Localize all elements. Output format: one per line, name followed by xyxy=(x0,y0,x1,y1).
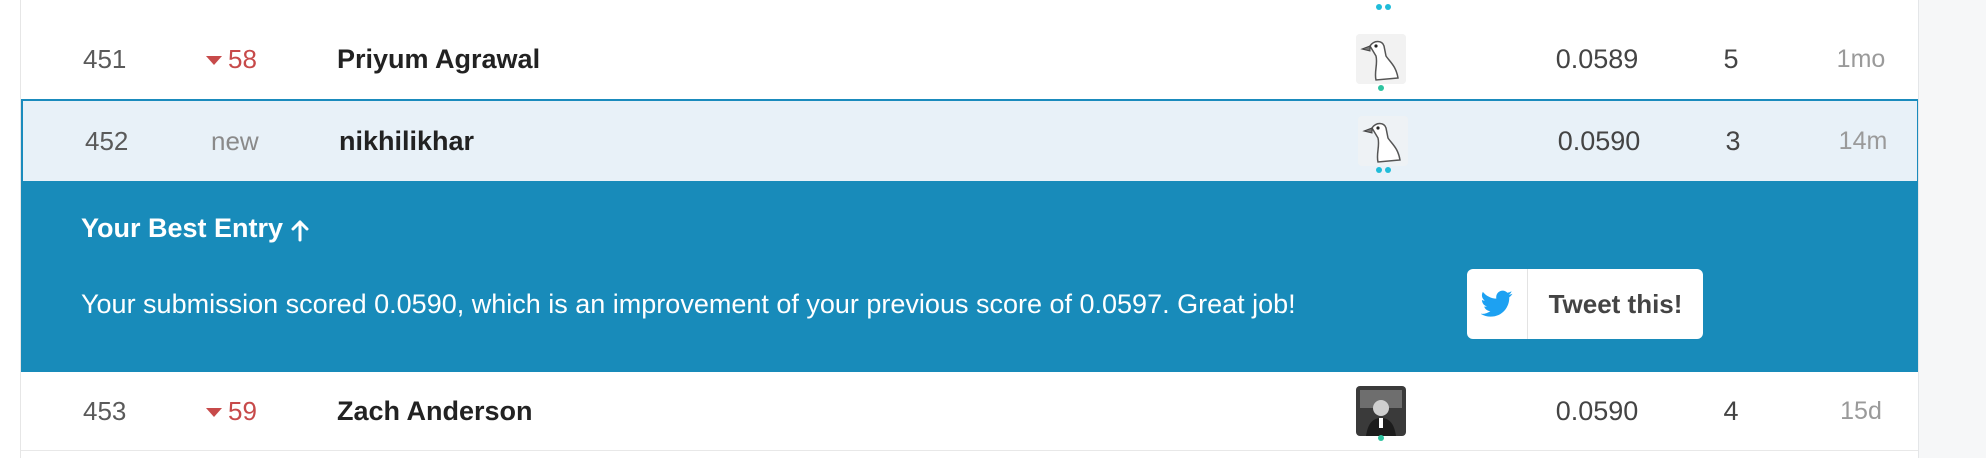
best-entry-banner: Your Best Entry Your submission scored 0… xyxy=(21,181,1919,372)
team-name[interactable]: nikhilikhar xyxy=(339,101,474,181)
rank-change-value: 59 xyxy=(228,395,257,426)
best-entry-title-text: Your Best Entry xyxy=(81,213,284,243)
team-name[interactable]: Zach Anderson xyxy=(337,372,533,450)
team-dots xyxy=(1378,85,1384,91)
caret-down-icon xyxy=(206,407,222,417)
team-members[interactable] xyxy=(1356,372,1414,450)
table-row-current-user[interactable]: 452 new nikhilikhar 0.0590 3 14m xyxy=(21,99,1919,183)
entries-cell: 4 xyxy=(1723,395,1739,426)
team-name[interactable]: Priyum Agrawal xyxy=(337,19,540,99)
last-submission-cell: 1mo xyxy=(1836,44,1886,73)
table-row[interactable]: 451 58 Priyum Agrawal 0.0589 5 1mo xyxy=(21,19,1919,100)
dot xyxy=(1376,4,1382,10)
score-cell: 0.0590 xyxy=(1557,125,1641,156)
user-photo-avatar[interactable] xyxy=(1356,386,1406,436)
dot xyxy=(1378,435,1384,441)
tweet-button[interactable]: Tweet this! xyxy=(1467,269,1703,339)
previous-row-edge xyxy=(21,0,1919,20)
rank-cell: 452 xyxy=(85,125,129,156)
arrow-up-icon xyxy=(291,218,309,241)
dot xyxy=(1376,167,1382,173)
rank-change-value: 58 xyxy=(228,43,257,74)
last-submission-cell: 14m xyxy=(1838,126,1888,155)
rank-cell: 451 xyxy=(83,43,127,74)
rank-change: 59 xyxy=(206,372,316,450)
goose-avatar-icon[interactable] xyxy=(1358,116,1408,166)
best-entry-title: Your Best Entry xyxy=(81,213,309,244)
dot xyxy=(1385,4,1391,10)
last-submission-cell: 15d xyxy=(1840,396,1882,425)
entries-cell: 5 xyxy=(1723,43,1739,74)
rank-change-value: new xyxy=(211,125,259,156)
tweet-button-label: Tweet this! xyxy=(1548,288,1683,319)
leaderboard: 451 58 Priyum Agrawal 0.0589 5 1mo 452 n xyxy=(20,0,1920,458)
dot xyxy=(1378,85,1384,91)
twitter-icon xyxy=(1467,269,1528,339)
caret-down-icon xyxy=(206,55,222,65)
score-cell: 0.0589 xyxy=(1555,43,1639,74)
entries-cell: 3 xyxy=(1725,125,1741,156)
rank-cell: 453 xyxy=(83,395,127,426)
team-dots xyxy=(1376,4,1391,10)
rank-change: 58 xyxy=(206,19,316,99)
page-gutter xyxy=(1918,0,1986,458)
table-row[interactable]: 453 59 Zach Anderson 0.0590 4 15d xyxy=(21,372,1919,451)
goose-avatar-icon[interactable] xyxy=(1356,34,1406,84)
team-members[interactable] xyxy=(1356,19,1414,99)
score-cell: 0.0590 xyxy=(1555,395,1639,426)
team-dots xyxy=(1378,435,1384,441)
best-entry-message: Your submission scored 0.0590, which is … xyxy=(81,289,1296,319)
team-dots xyxy=(1376,167,1391,173)
dot xyxy=(1385,167,1391,173)
